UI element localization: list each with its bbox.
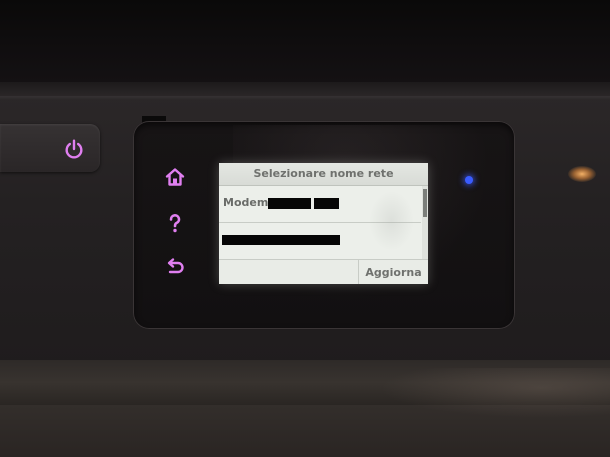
home-icon [165,168,185,186]
redacted-network-name [222,235,340,245]
network-list-scrollbar[interactable] [422,186,428,260]
home-button[interactable] [163,165,187,189]
back-arrow-icon [167,258,184,274]
power-icon [65,139,83,159]
lcd-screen: Selezionare nome rete Modem Aggiorna [219,163,428,284]
help-button[interactable] [163,211,187,235]
status-led [465,176,473,184]
help-icon [169,214,181,233]
network-name-label: Modem [223,196,269,209]
screen-title: Selezionare nome rete [219,163,428,186]
refresh-button[interactable]: Aggiorna [358,260,428,284]
redacted-network-name [268,198,311,209]
redacted-network-name [314,198,339,209]
printer-control-panel-photo: Selezionare nome rete Modem Aggiorna [0,0,610,457]
network-list-item[interactable]: Modem [219,186,421,223]
network-list: Modem [219,186,421,260]
power-button[interactable] [0,124,100,172]
network-list-item[interactable] [219,223,421,260]
surface-glare [380,368,610,418]
ambient-light-reflection [568,166,596,182]
scrollbar-thumb[interactable] [423,189,427,217]
back-button[interactable] [163,255,187,279]
screen-footer: Aggiorna [219,259,428,284]
